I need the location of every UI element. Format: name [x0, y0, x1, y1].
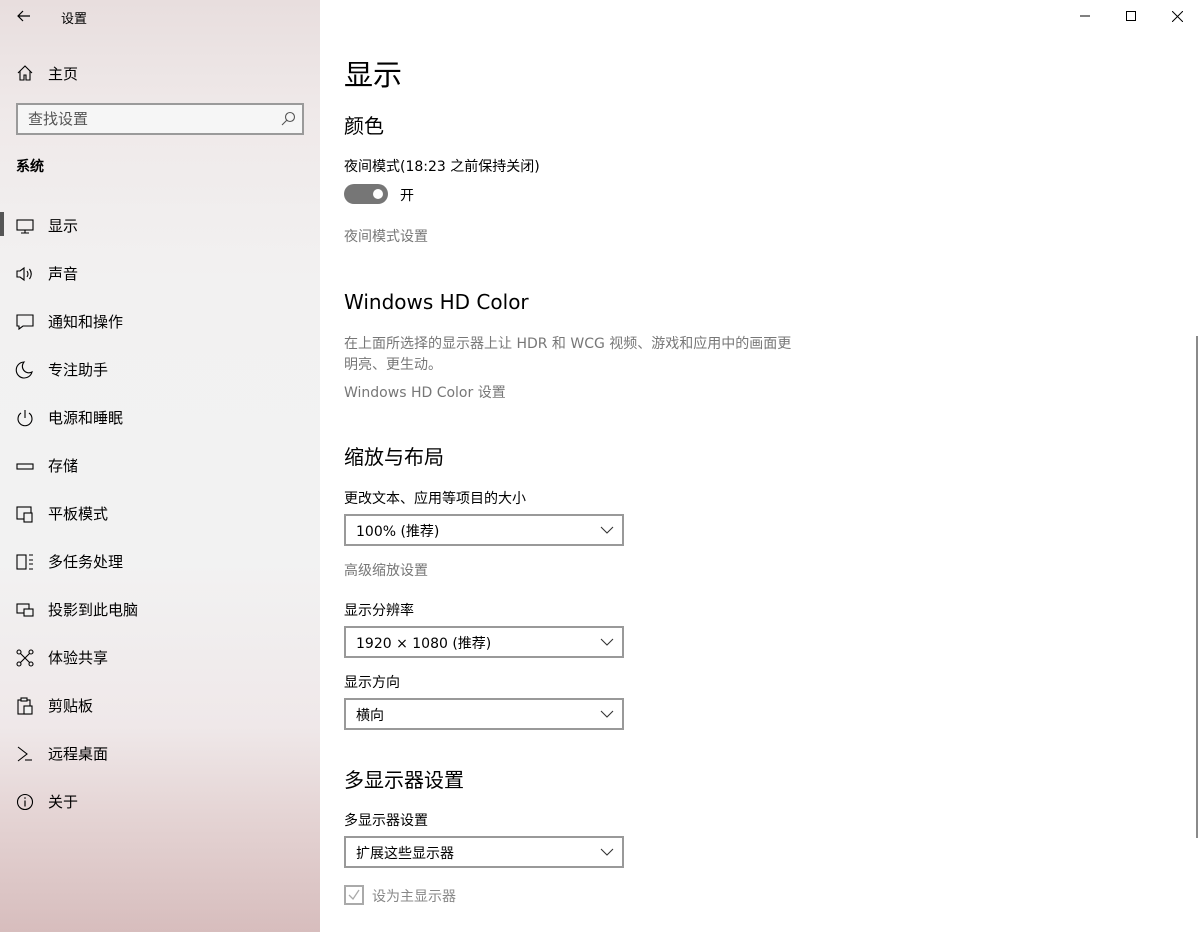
size-label: 更改文本、应用等项目的大小 [344, 491, 526, 507]
multi-display-heading: 多显示器设置 [344, 768, 464, 792]
scale-heading: 缩放与布局 [344, 445, 444, 469]
home-label: 主页 [48, 65, 79, 83]
night-light-label: 夜间模式(18:23 之前保持关闭) [344, 159, 540, 175]
power-icon [17, 410, 33, 427]
dropdown-value: 100% (推荐) [356, 524, 440, 540]
sidebar-item-notifications[interactable]: 通知和操作 [0, 300, 320, 348]
title-bar: 设置 [0, 0, 320, 32]
chevron-down-icon [600, 710, 614, 718]
sidebar-item-label: 体验共享 [48, 649, 109, 667]
hdr-heading: Windows HD Color [344, 290, 529, 314]
sidebar-item-clipboard[interactable]: 剪贴板 [0, 684, 320, 732]
sidebar-item-project[interactable]: 投影到此电脑 [0, 588, 320, 636]
main-content: 显示 颜色 夜间模式(18:23 之前保持关闭) 开 夜间模式设置 Window… [320, 0, 1200, 932]
color-heading: 颜色 [344, 114, 384, 138]
speaker-icon [16, 266, 32, 282]
search-box[interactable] [16, 103, 304, 135]
sidebar-item-label: 通知和操作 [48, 313, 124, 331]
hdr-description: 在上面所选择的显示器上让 HDR 和 WCG 视频、游戏和应用中的画面更明亮、更… [344, 336, 792, 373]
chevron-down-icon [600, 848, 614, 856]
notification-icon [16, 314, 34, 331]
sidebar-item-label: 平板模式 [48, 505, 109, 523]
storage-icon [16, 463, 34, 470]
close-button[interactable] [1154, 0, 1200, 32]
sidebar-item-label: 远程桌面 [48, 745, 109, 763]
remote-desktop-icon [17, 746, 32, 762]
night-light-settings-link[interactable]: 夜间模式设置 [344, 226, 428, 246]
scale-dropdown[interactable]: 100% (推荐) [344, 514, 624, 546]
sidebar-item-sound[interactable]: 声音 [0, 252, 320, 300]
sidebar-item-multitasking[interactable]: 多任务处理 [0, 540, 320, 588]
sidebar-item-focus-assist[interactable]: 专注助手 [0, 348, 320, 396]
advanced-scaling-link[interactable]: 高级缩放设置 [344, 560, 428, 580]
app-title: 设置 [61, 12, 88, 27]
sidebar-item-remote-desktop[interactable]: 远程桌面 [0, 732, 320, 780]
sidebar-item-label: 电源和睡眠 [48, 409, 124, 427]
monitor-icon [16, 219, 34, 234]
project-icon [16, 603, 34, 617]
tablet-icon [16, 506, 33, 523]
toggle-state-label: 开 [400, 188, 414, 204]
sidebar-item-label: 关于 [48, 793, 79, 811]
search-input[interactable] [18, 105, 278, 133]
multitask-icon [16, 554, 33, 570]
page-title: 显示 [344, 58, 403, 92]
primary-display-checkbox[interactable] [344, 885, 364, 905]
search-icon[interactable] [280, 111, 296, 127]
back-arrow-icon [17, 10, 30, 22]
sidebar-item-label: 声音 [48, 265, 79, 283]
orientation-dropdown[interactable]: 横向 [344, 698, 624, 730]
sidebar-item-about[interactable]: 关于 [0, 780, 320, 828]
maximize-icon [1126, 11, 1136, 21]
sidebar-item-label: 显示 [48, 217, 79, 235]
moon-icon [15, 361, 33, 379]
maximize-button[interactable] [1108, 0, 1154, 32]
sidebar-item-label: 多任务处理 [48, 553, 124, 571]
resolution-label: 显示分辨率 [344, 603, 414, 619]
home-link[interactable]: 主页 [0, 56, 320, 90]
sidebar-item-tablet-mode[interactable]: 平板模式 [0, 492, 320, 540]
dropdown-value: 1920 × 1080 (推荐) [356, 636, 492, 652]
sidebar: 设置 主页 系统 显示 声音 [0, 0, 320, 932]
minimize-button[interactable] [1062, 0, 1108, 32]
primary-display-label: 设为主显示器 [372, 889, 456, 905]
night-light-toggle[interactable] [344, 184, 388, 204]
multi-display-dropdown[interactable]: 扩展这些显示器 [344, 836, 624, 868]
chevron-down-icon [600, 526, 614, 534]
orientation-label: 显示方向 [344, 675, 400, 691]
sidebar-nav: 显示 声音 通知和操作 专注助手 电源和睡眠 存储 平板模式 多任务处理 投影到… [0, 204, 320, 828]
sidebar-item-power-sleep[interactable]: 电源和睡眠 [0, 396, 320, 444]
sidebar-item-label: 剪贴板 [48, 697, 94, 715]
resolution-dropdown[interactable]: 1920 × 1080 (推荐) [344, 626, 624, 658]
sidebar-item-shared-experiences[interactable]: 体验共享 [0, 636, 320, 684]
info-icon [16, 793, 34, 811]
sidebar-item-label: 投影到此电脑 [48, 601, 139, 619]
multi-display-label: 多显示器设置 [344, 813, 428, 829]
dropdown-value: 横向 [356, 708, 384, 724]
sidebar-item-label: 专注助手 [48, 361, 109, 379]
chevron-down-icon [600, 638, 614, 646]
section-label: 系统 [16, 159, 44, 175]
home-icon [17, 65, 33, 81]
clipboard-icon [17, 697, 33, 715]
close-icon [1171, 10, 1183, 22]
scrollbar[interactable] [1196, 336, 1198, 838]
hdr-settings-link[interactable]: Windows HD Color 设置 [344, 382, 506, 402]
window-controls [1062, 0, 1200, 32]
checkmark-icon [348, 889, 360, 901]
sidebar-item-label: 存储 [48, 457, 79, 475]
dropdown-value: 扩展这些显示器 [356, 846, 454, 862]
sidebar-item-display[interactable]: 显示 [0, 204, 320, 252]
sidebar-item-storage[interactable]: 存储 [0, 444, 320, 492]
share-icon [16, 649, 34, 667]
toggle-knob [373, 189, 383, 199]
minimize-icon [1080, 15, 1090, 17]
back-button[interactable] [10, 4, 38, 28]
